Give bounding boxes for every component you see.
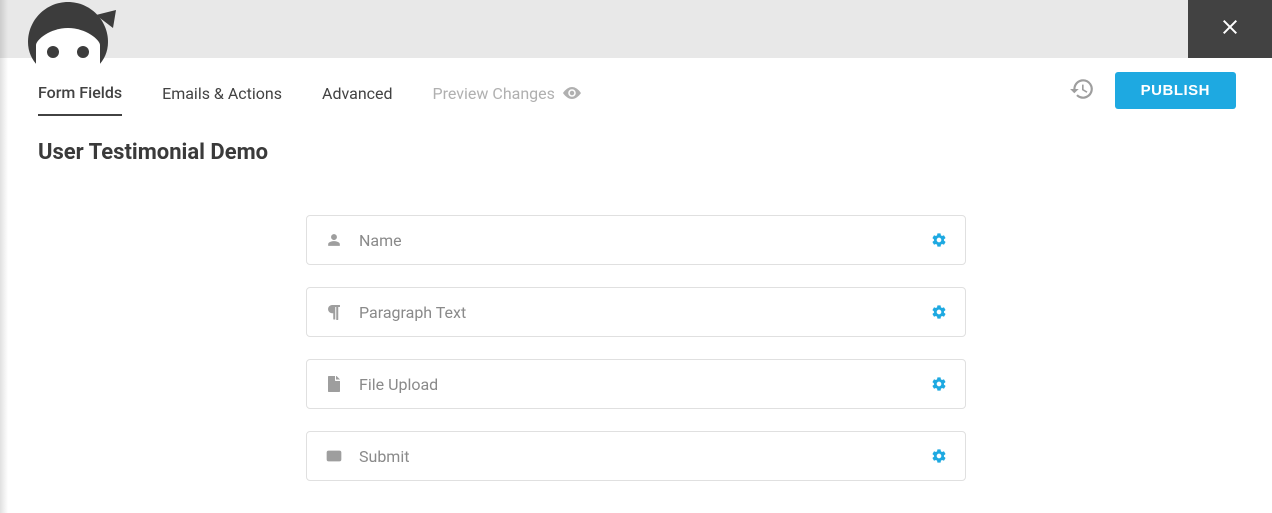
eye-icon <box>563 87 581 99</box>
button-icon <box>325 450 343 462</box>
history-icon <box>1069 76 1095 106</box>
gear-icon[interactable] <box>931 304 947 320</box>
tab-preview-changes[interactable]: Preview Changes <box>433 84 581 115</box>
fields-container: Name Paragraph Text File Upload <box>306 215 966 481</box>
field-label: Submit <box>359 447 931 466</box>
content-area: Form Fields Emails & Actions Advanced Pr… <box>0 58 1272 481</box>
gear-icon[interactable] <box>931 232 947 248</box>
field-label: Name <box>359 231 931 250</box>
gear-icon[interactable] <box>931 448 947 464</box>
close-icon <box>1218 15 1242 43</box>
user-icon <box>325 233 343 247</box>
tab-advanced[interactable]: Advanced <box>322 84 393 115</box>
publish-button[interactable]: PUBLISH <box>1115 72 1236 109</box>
tab-preview-label: Preview Changes <box>433 84 555 103</box>
form-title: User Testimonial Demo <box>0 118 1272 165</box>
file-icon <box>325 376 343 392</box>
right-controls: PUBLISH <box>1069 72 1236 109</box>
app-logo <box>18 0 118 70</box>
field-row-paragraph[interactable]: Paragraph Text <box>306 287 966 337</box>
history-button[interactable] <box>1069 76 1095 106</box>
close-button[interactable] <box>1188 0 1272 58</box>
tab-emails-actions[interactable]: Emails & Actions <box>162 84 282 115</box>
paragraph-icon <box>325 304 343 320</box>
tab-form-fields[interactable]: Form Fields <box>38 83 122 116</box>
field-label: Paragraph Text <box>359 303 931 322</box>
field-label: File Upload <box>359 375 931 394</box>
header-bar <box>0 0 1272 58</box>
field-row-name[interactable]: Name <box>306 215 966 265</box>
gear-icon[interactable] <box>931 376 947 392</box>
tabs-row: Form Fields Emails & Actions Advanced Pr… <box>0 58 1272 118</box>
field-row-file-upload[interactable]: File Upload <box>306 359 966 409</box>
field-row-submit[interactable]: Submit <box>306 431 966 481</box>
